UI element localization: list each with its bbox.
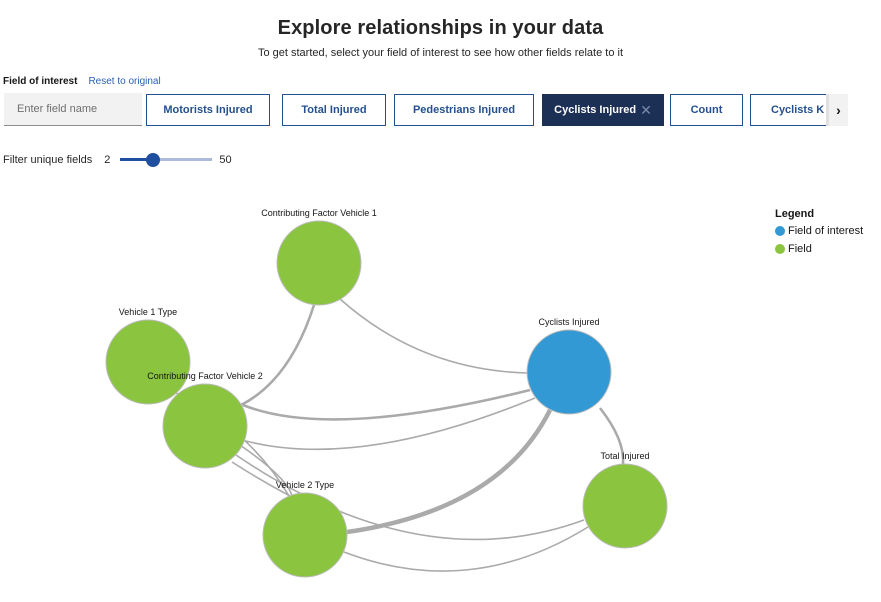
chevron-right-icon: ›: [836, 102, 841, 118]
legend-item-field: Field: [775, 243, 863, 255]
graph-edge: [245, 397, 536, 451]
legend-title: Legend: [775, 208, 815, 220]
node-label: Vehicle 2 Type: [276, 480, 334, 490]
chip-label: Cyclists Injured: [554, 104, 637, 116]
legend-dot-icon: [775, 226, 785, 236]
page-subtitle: To get started, select your field of int…: [257, 47, 624, 59]
graph-node-cfv1[interactable]: Contributing Factor Vehicle 1: [261, 208, 377, 306]
legend: Legend Field of interest Field: [775, 208, 863, 261]
node-label: Total Injured: [600, 451, 649, 461]
chip-label: Total Injured: [301, 104, 367, 116]
field-chip-bar: Motorists Injured Total Injured Pedestri…: [4, 93, 848, 126]
node-circle[interactable]: [276, 220, 362, 306]
chip-pedestrians-injured[interactable]: Pedestrians Injured: [394, 94, 534, 126]
field-name-input[interactable]: [4, 93, 142, 126]
node-circle[interactable]: [526, 329, 612, 415]
chip-total-injured[interactable]: Total Injured: [282, 94, 386, 126]
chip-cyclists-injured[interactable]: Cyclists Injured ✕: [542, 94, 664, 126]
node-circle[interactable]: [105, 319, 191, 405]
chip-label: Pedestrians Injured: [412, 104, 516, 116]
legend-label: Field of interest: [788, 225, 864, 237]
slider-min-label: 2: [104, 154, 111, 166]
legend-item-field-of-interest: Field of interest: [775, 225, 863, 237]
node-label: Contributing Factor Vehicle 2: [147, 371, 263, 381]
chip-label: Count: [690, 104, 723, 116]
relationship-graph: Contributing Factor Vehicle 1 Vehicle 1 T…: [105, 208, 668, 578]
graph-node-v1t[interactable]: Vehicle 1 Type: [105, 307, 191, 405]
graph-edge: [343, 526, 589, 572]
node-label: Vehicle 1 Type: [119, 307, 177, 317]
node-circle[interactable]: [162, 383, 248, 469]
legend-dot-icon: [775, 244, 785, 254]
graph-edge: [240, 304, 316, 407]
node-label: Contributing Factor Vehicle 1: [261, 208, 377, 218]
node-label: Cyclists Injured: [538, 317, 599, 327]
chip-label: Cyclists K: [771, 104, 825, 116]
reset-to-original-link[interactable]: Reset to original: [88, 76, 160, 87]
chip-count[interactable]: Count: [670, 94, 743, 126]
graph-node-ci[interactable]: Cyclists Injured: [526, 317, 612, 415]
slider-max-label: 50: [219, 154, 232, 166]
slider-thumb[interactable]: [145, 153, 160, 167]
chip-label: Motorists Injured: [163, 104, 253, 116]
field-of-interest-header: Field of interest Reset to original: [3, 76, 161, 87]
unique-fields-slider[interactable]: [120, 153, 213, 167]
scroll-right-button[interactable]: ›: [826, 94, 848, 126]
chip-motorists-injured[interactable]: Motorists Injured: [146, 94, 270, 126]
close-icon[interactable]: ✕: [640, 102, 652, 119]
legend-label: Field: [788, 243, 812, 255]
graph-edge: [242, 388, 531, 421]
graph-node-v2t[interactable]: Vehicle 2 Type: [262, 480, 348, 578]
graph-node-ti[interactable]: Total Injured: [582, 451, 668, 549]
node-circle[interactable]: [582, 463, 668, 549]
graph-edge: [339, 298, 528, 374]
field-of-interest-label: Field of interest: [3, 76, 78, 87]
chip-cyclists-killed[interactable]: Cyclists K: [750, 94, 830, 126]
page-title: Explore relationships in your data: [277, 17, 604, 39]
node-circle[interactable]: [262, 492, 348, 578]
filter-label: Filter unique fields: [3, 154, 93, 166]
filter-unique-fields: Filter unique fields 2 50: [3, 153, 232, 167]
